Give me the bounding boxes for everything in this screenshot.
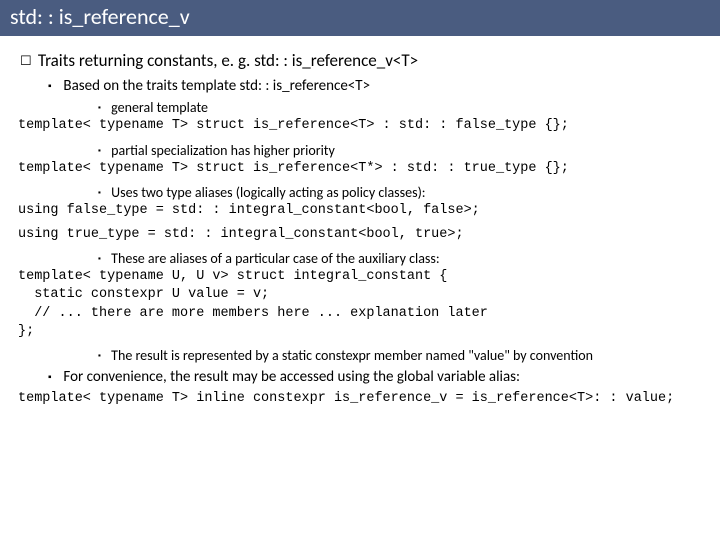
bullet-level3: ▪ The result is represented by a static … [18, 347, 702, 364]
code-block: template< typename T> struct is_referenc… [18, 160, 702, 178]
slide-title: std: : is_reference_v [10, 3, 190, 30]
dot-icon: ▪ [98, 351, 108, 361]
code-block: template< typename T> struct is_referenc… [18, 117, 702, 135]
level2-text: For convenience, the result may be acces… [63, 368, 520, 386]
level3-text: The result is represented by a static co… [111, 347, 593, 364]
square-icon: ▪ [48, 370, 60, 383]
dot-icon: ▪ [98, 188, 108, 198]
bullet-level3: ▪ Uses two type aliases (logically actin… [18, 184, 702, 201]
bullet-level3: ▪ general template [18, 99, 702, 116]
section-type-aliases: ▪ Uses two type aliases (logically actin… [18, 184, 702, 220]
square-bullet-icon: ☐ [20, 54, 34, 69]
section-general-template: ▪ general template template< typename T>… [18, 99, 702, 135]
section-partial-specialization: ▪ partial specialization has higher prio… [18, 142, 702, 178]
bullet-level3: ▪ These are aliases of a particular case… [18, 250, 702, 267]
section-integral-constant: ▪ These are aliases of a particular case… [18, 250, 702, 341]
level3-text: These are aliases of a particular case o… [111, 250, 439, 267]
section-true-type: using true_type = std: : integral_consta… [18, 226, 702, 244]
level1-text: Traits returning constants, e. g. std: :… [38, 50, 418, 71]
level2-text: Based on the traits template std: : is_r… [63, 77, 370, 95]
code-block: template< typename T> inline constexpr i… [18, 390, 702, 408]
slide-title-bar: std: : is_reference_v [0, 0, 720, 36]
bullet-level2: ▪ Based on the traits template std: : is… [18, 77, 702, 95]
level3-text: general template [111, 99, 208, 116]
level3-text: partial specialization has higher priori… [111, 142, 335, 159]
dot-icon: ▪ [98, 103, 108, 113]
slide-content: ☐ Traits returning constants, e. g. std:… [0, 36, 720, 408]
dot-icon: ▪ [98, 254, 108, 264]
bullet-level1: ☐ Traits returning constants, e. g. std:… [18, 50, 702, 71]
code-block: template< typename U, U v> struct integr… [18, 268, 702, 341]
dot-icon: ▪ [98, 146, 108, 156]
bullet-level3: ▪ partial specialization has higher prio… [18, 142, 702, 159]
square-icon: ▪ [48, 79, 60, 92]
bullet-level2: ▪ For convenience, the result may be acc… [18, 368, 702, 386]
code-block: using false_type = std: : integral_const… [18, 202, 702, 220]
level3-text: Uses two type aliases (logically acting … [111, 184, 425, 201]
code-block: using true_type = std: : integral_consta… [18, 226, 702, 244]
